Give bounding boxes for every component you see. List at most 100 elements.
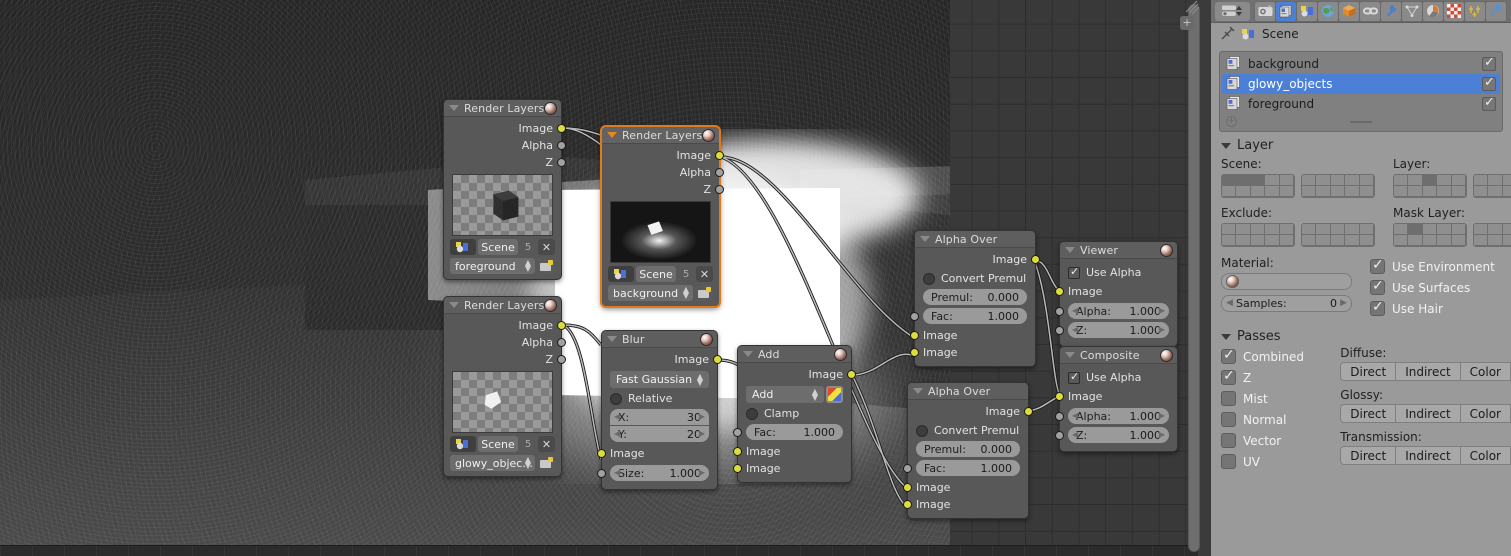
composite-alpha-field[interactable]: ◀ Alpha: 1.000 ▶ bbox=[1055, 408, 1169, 424]
render-layer-selector-row[interactable]: background ▲ ▼ bbox=[608, 285, 713, 301]
socket-row-alpha[interactable]: Alpha bbox=[602, 164, 724, 181]
layer-cell[interactable] bbox=[1302, 235, 1317, 246]
transmission-indirect-button[interactable]: Indirect bbox=[1396, 446, 1461, 465]
checkbox-icon[interactable] bbox=[1370, 278, 1385, 295]
layer-cell[interactable] bbox=[1302, 175, 1317, 186]
node-alpha-over-bottom[interactable]: Alpha Over Image Convert Premul Premul: … bbox=[903, 382, 1033, 519]
chevron-updown-icon[interactable]: ▲ ▼ bbox=[525, 456, 531, 470]
collapse-triangle-icon[interactable] bbox=[913, 388, 923, 394]
mix-mode-row[interactable]: Add ▲ ▼ bbox=[746, 386, 843, 403]
convert-premul-checkbox[interactable]: Convert Premul bbox=[916, 423, 1020, 438]
layer-cell[interactable] bbox=[1474, 235, 1489, 246]
input-socket-size[interactable] bbox=[597, 469, 606, 478]
tab-render-layers[interactable] bbox=[1276, 1, 1296, 21]
checkbox-icon[interactable] bbox=[923, 272, 935, 285]
layer-cell[interactable] bbox=[1236, 224, 1251, 235]
decrement-arrow-icon[interactable]: ◀ bbox=[614, 468, 620, 477]
layer-cell[interactable] bbox=[1236, 186, 1251, 197]
tab-particles[interactable] bbox=[1402, 1, 1422, 21]
diffuse-color-button[interactable]: Color bbox=[1460, 362, 1511, 381]
output-socket-alpha[interactable] bbox=[715, 168, 724, 177]
pass-z-checkbox[interactable]: Z bbox=[1221, 367, 1340, 388]
collapse-triangle-icon[interactable] bbox=[920, 236, 930, 242]
layer-cell[interactable] bbox=[1316, 235, 1331, 246]
output-socket-z[interactable] bbox=[715, 185, 724, 194]
socket-row-input-image-2[interactable]: Image bbox=[910, 344, 1035, 361]
output-socket-z[interactable] bbox=[557, 355, 566, 364]
blur-x-field[interactable]: ◀ X: 30 ▶ bbox=[610, 409, 709, 425]
socket-row-input-image-1[interactable]: Image bbox=[903, 479, 1028, 496]
output-socket-image[interactable] bbox=[715, 151, 724, 160]
properties-tab-group[interactable] bbox=[1254, 0, 1507, 22]
layer-grid[interactable] bbox=[1393, 174, 1511, 198]
output-socket-image[interactable] bbox=[557, 124, 566, 133]
node-render-layers-glowy-objects[interactable]: Render Layers Image Alpha Z Scene 5 ✕ gl… bbox=[443, 296, 566, 477]
list-item[interactable]: glowy_objects bbox=[1222, 74, 1500, 94]
input-socket-fac[interactable] bbox=[733, 428, 742, 437]
collapse-triangle-icon[interactable] bbox=[1065, 247, 1075, 253]
render-layer-name-field[interactable]: glowy_objec... ▲ ▼ bbox=[450, 455, 535, 471]
transmission-pass-buttons[interactable]: Direct Indirect Color bbox=[1340, 446, 1511, 465]
tab-physics[interactable] bbox=[1423, 1, 1443, 21]
collapse-triangle-icon[interactable] bbox=[449, 105, 459, 111]
layer-cell[interactable] bbox=[1502, 186, 1511, 197]
material-override-field[interactable] bbox=[1221, 273, 1352, 290]
horizontal-scrollbar[interactable] bbox=[0, 545, 1198, 556]
scene-name-field[interactable]: Scene bbox=[636, 266, 676, 282]
scene-name-field[interactable]: Scene bbox=[478, 239, 518, 255]
scene-id-icon[interactable] bbox=[608, 266, 634, 282]
input-socket-image-1[interactable] bbox=[733, 447, 742, 456]
alpha-over-fac-field[interactable]: Fac: 1.000 bbox=[903, 460, 1020, 476]
layer-cell[interactable] bbox=[1359, 235, 1374, 246]
checkbox-icon[interactable] bbox=[746, 407, 758, 420]
glossy-direct-button[interactable]: Direct bbox=[1340, 404, 1397, 423]
node-preview-icon[interactable] bbox=[834, 348, 847, 361]
chevron-updown-icon[interactable]: ▲ ▼ bbox=[683, 286, 689, 300]
exclude-grid[interactable] bbox=[1221, 223, 1375, 247]
tab-material[interactable] bbox=[1465, 1, 1485, 21]
layer-cell[interactable] bbox=[1359, 224, 1374, 235]
layer-cell[interactable] bbox=[1250, 224, 1266, 235]
decrement-arrow-icon[interactable]: ◀ bbox=[1072, 325, 1078, 334]
node-composite[interactable]: Composite Use Alpha Image ◀ A bbox=[1055, 346, 1178, 452]
socket-row-input-image[interactable]: Image bbox=[1055, 283, 1177, 300]
node-preview-icon[interactable] bbox=[1160, 244, 1173, 257]
node-preview-icon[interactable] bbox=[544, 299, 557, 312]
vertical-scrollbar[interactable] bbox=[1188, 4, 1200, 552]
node-preview-icon[interactable] bbox=[1160, 349, 1173, 362]
scene-id-icon[interactable] bbox=[450, 239, 476, 255]
layer-cell[interactable] bbox=[1222, 186, 1237, 197]
panel-header-layer[interactable]: Layer bbox=[1211, 132, 1511, 155]
render-layer-selector-row[interactable]: glowy_objec... ▲ ▼ bbox=[450, 455, 555, 471]
layer-cell[interactable] bbox=[1394, 186, 1409, 197]
node-header[interactable]: Render Layers bbox=[602, 127, 719, 144]
new-render-layer-button[interactable] bbox=[537, 455, 555, 471]
layer-cell[interactable] bbox=[1250, 186, 1266, 197]
checkbox-icon[interactable] bbox=[1068, 370, 1080, 384]
input-socket-image-2[interactable] bbox=[733, 464, 742, 473]
node-header[interactable]: Viewer bbox=[1060, 242, 1177, 259]
input-socket-z[interactable] bbox=[1055, 431, 1064, 440]
node-header[interactable]: Composite bbox=[1060, 347, 1177, 364]
collapse-triangle-icon[interactable] bbox=[1065, 352, 1075, 358]
increment-arrow-icon[interactable]: ▶ bbox=[699, 412, 705, 421]
editor-type-button[interactable] bbox=[1215, 1, 1250, 21]
layer-cell[interactable] bbox=[1394, 235, 1409, 246]
pass-mist-checkbox[interactable]: Mist bbox=[1221, 388, 1340, 409]
socket-row-input-image-2[interactable]: Image bbox=[733, 460, 851, 477]
alpha-over-premul-field[interactable]: Premul: 0.000 bbox=[916, 441, 1020, 457]
layer-cell[interactable] bbox=[1488, 175, 1503, 186]
list-footer[interactable]: + bbox=[1222, 114, 1500, 129]
socket-row-image[interactable]: Image bbox=[908, 403, 1033, 420]
use-hair-checkbox[interactable]: Use Hair bbox=[1370, 298, 1501, 319]
properties-editor[interactable]: Scene background glowy_objects bbox=[1211, 0, 1511, 556]
increment-arrow-icon[interactable]: ▶ bbox=[1159, 306, 1165, 315]
alpha-over-premul-field[interactable]: Premul: 0.000 bbox=[923, 289, 1027, 305]
layer-cell[interactable] bbox=[1222, 235, 1237, 246]
socket-row-image[interactable]: Image bbox=[915, 251, 1040, 268]
render-layer-name-field[interactable]: background ▲ ▼ bbox=[608, 285, 693, 301]
layer-cell[interactable] bbox=[1408, 175, 1423, 186]
checkbox-icon[interactable] bbox=[1221, 347, 1236, 364]
list-resize-grip[interactable] bbox=[1350, 120, 1372, 123]
layer-cell[interactable] bbox=[1345, 224, 1360, 235]
